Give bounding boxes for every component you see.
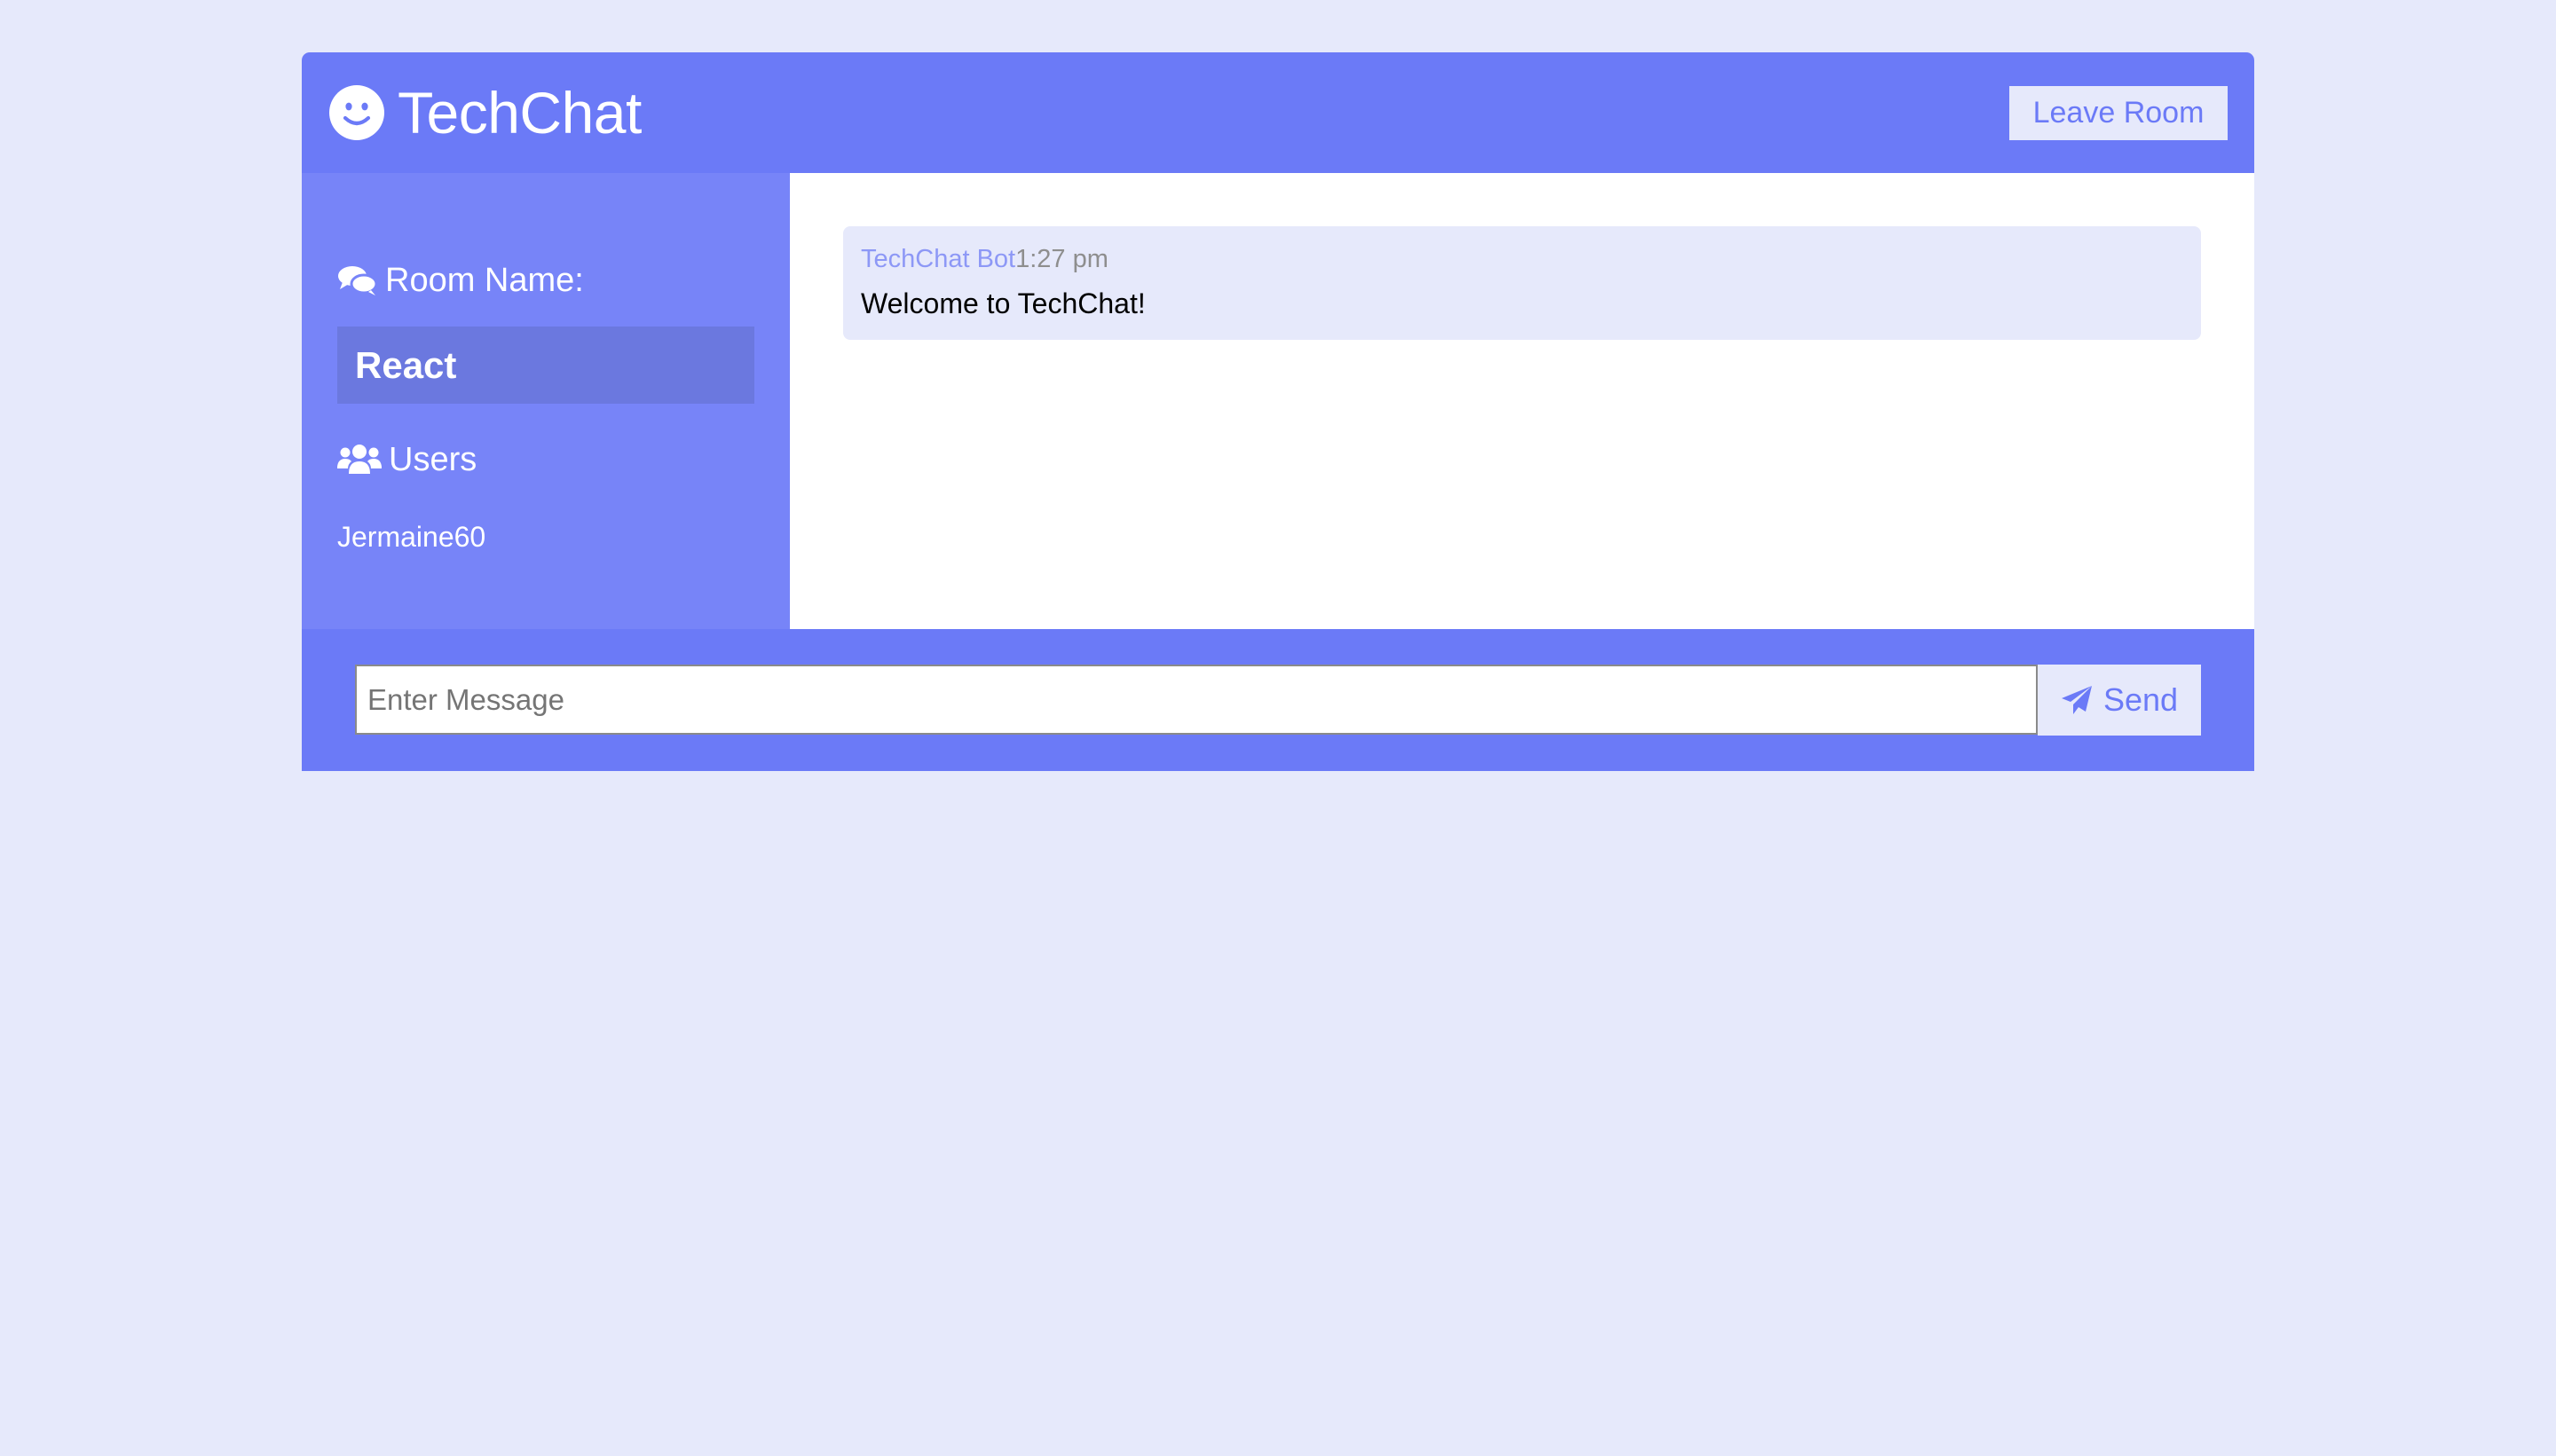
- message-meta: TechChat Bot1:27 pm: [861, 244, 2183, 274]
- chat-sidebar: Room Name: React Users Jermaine60: [302, 173, 790, 629]
- paper-plane-icon: [2061, 686, 2092, 714]
- users-heading: Users: [337, 437, 477, 482]
- chat-messages[interactable]: TechChat Bot1:27 pm Welcome to TechChat!: [790, 173, 2254, 629]
- chat-header: TechChat Leave Room: [302, 52, 2254, 173]
- room-name-heading: Room Name:: [337, 258, 584, 303]
- users-icon: [337, 445, 382, 474]
- send-button[interactable]: Send: [2038, 665, 2201, 736]
- message-username: TechChat Bot: [861, 245, 1016, 273]
- comments-icon: [338, 266, 378, 295]
- leave-room-button[interactable]: Leave Room: [2009, 86, 2228, 140]
- message-time: 1:27 pm: [1015, 245, 1108, 273]
- message: TechChat Bot1:27 pm Welcome to TechChat!: [843, 226, 2201, 340]
- user-item: Jermaine60: [337, 521, 486, 553]
- smile-icon: [329, 85, 384, 140]
- chat-container: TechChat Leave Room Room Name: React Use…: [302, 52, 2254, 771]
- chat-form-container: Send: [302, 629, 2254, 771]
- message-text: Welcome to TechChat!: [861, 287, 1146, 319]
- room-name: React: [337, 327, 754, 404]
- user-list: Jermaine60: [337, 519, 485, 555]
- send-button-label: Send: [2102, 681, 2179, 718]
- room-name-heading-label: Room Name:: [385, 261, 584, 299]
- users-heading-label: Users: [389, 440, 477, 478]
- app-title: TechChat: [398, 80, 642, 146]
- message-input[interactable]: [355, 665, 2038, 735]
- brand: TechChat: [328, 83, 642, 143]
